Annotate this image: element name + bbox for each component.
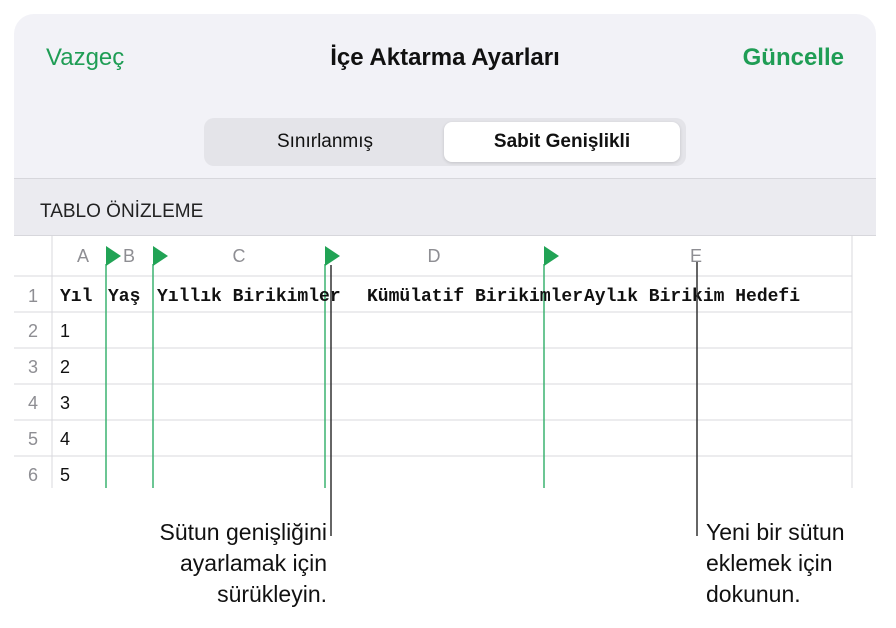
tap-callout-line-1: Yeni bir sütun	[706, 519, 845, 545]
drag-callout-line-3: sürükleyin.	[217, 581, 327, 607]
drag-callout-line-2: ayarlamak için	[180, 550, 327, 576]
drag-callout: Sütun genişliğini ayarlamak için sürükle…	[159, 517, 327, 610]
tap-callout-line-3: dokunun.	[706, 581, 801, 607]
import-settings-screenshot: Vazgeç İçe Aktarma Ayarları Güncelle Sın…	[0, 0, 896, 628]
tap-callout-line-2: eklemek için	[706, 550, 833, 576]
tap-callout: Yeni bir sütun eklemek için dokunun.	[706, 517, 845, 610]
drag-callout-line-1: Sütun genişliğini	[159, 519, 327, 545]
